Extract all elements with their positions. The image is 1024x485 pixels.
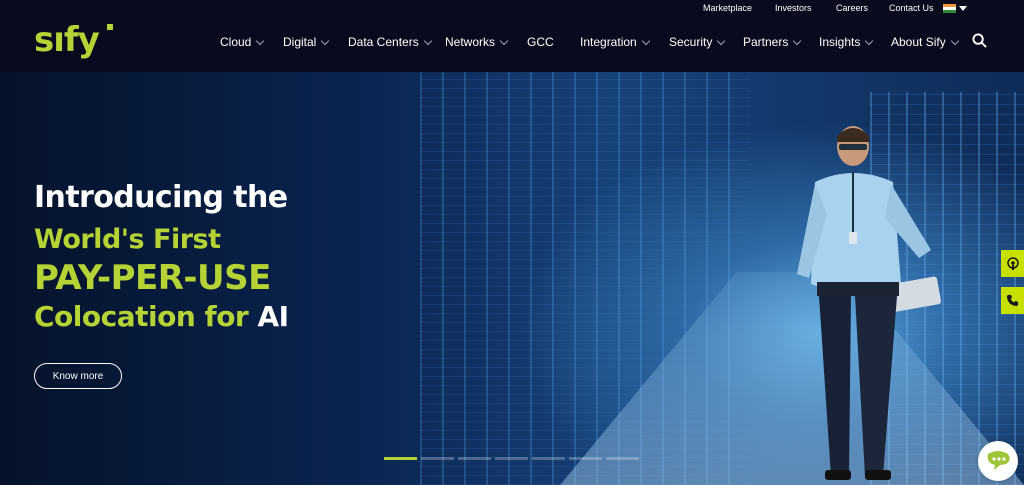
know-more-button[interactable]: Know more [34, 363, 122, 389]
nav-label: Data Centers [348, 35, 419, 49]
hero-headline-colocation: Colocation for AI [34, 300, 289, 333]
nav-item-networks[interactable]: Networks [445, 35, 509, 49]
podcast-button[interactable] [1001, 250, 1024, 277]
nav-item-data-centers[interactable]: Data Centers [348, 35, 432, 49]
phone-icon [1006, 294, 1019, 307]
engineer-with-laptop-image [797, 126, 941, 480]
chevron-down-icon [256, 36, 265, 45]
nav-item-partners[interactable]: Partners [743, 35, 802, 49]
nav-label: Digital [283, 35, 317, 49]
site-header: sıfy Marketplace Investors Careers Conta… [0, 0, 1024, 72]
nav-label: Networks [445, 35, 496, 49]
chat-widget-button[interactable] [978, 441, 1018, 481]
hero-headline-intro: Introducing the [34, 180, 288, 215]
nav-item-integration[interactable]: Integration [580, 35, 650, 49]
chevron-down-icon [717, 36, 726, 45]
chevron-down-icon [423, 36, 432, 45]
nav-item-insights[interactable]: Insights [819, 35, 874, 49]
nav-label: Security [669, 35, 713, 49]
chevron-down-icon [321, 36, 330, 45]
call-button[interactable] [1001, 287, 1024, 314]
carousel-dot[interactable] [569, 457, 602, 460]
carousel-dot[interactable] [606, 457, 639, 460]
carousel-dot[interactable] [421, 457, 454, 460]
hero-banner: Introducing the World's First PAY-PER-US… [0, 72, 1024, 485]
chevron-down-icon[interactable] [959, 6, 967, 11]
utility-link-contact-us[interactable]: Contact Us [889, 3, 934, 13]
hero-headline-ai: AI [257, 300, 290, 333]
carousel-dot[interactable] [384, 457, 417, 460]
nav-item-cloud[interactable]: Cloud [220, 35, 265, 49]
flag-india-icon[interactable] [943, 4, 956, 13]
hero-headline-worlds-first: World's First [34, 224, 221, 255]
search-icon[interactable] [972, 33, 987, 48]
carousel-dot[interactable] [458, 457, 491, 460]
utility-link-careers[interactable]: Careers [836, 3, 868, 13]
carousel-indicators [384, 457, 639, 460]
nav-label: About Sify [891, 35, 946, 49]
hero-headline-colocation-text: Colocation for [34, 300, 258, 333]
chat-icon [987, 451, 1010, 470]
nav-item-security[interactable]: Security [669, 35, 726, 49]
nav-label: GCC [527, 35, 554, 49]
utility-link-investors[interactable]: Investors [775, 3, 812, 13]
nav-label: Partners [743, 35, 789, 49]
nav-label: Insights [819, 35, 861, 49]
sify-logo[interactable]: sıfy [34, 20, 100, 60]
hero-headline-pay-per-use: PAY-PER-USE [34, 258, 271, 298]
nav-item-digital[interactable]: Digital [283, 35, 330, 49]
podcast-icon [1006, 256, 1019, 270]
utility-link-marketplace[interactable]: Marketplace [703, 3, 752, 13]
carousel-dot[interactable] [495, 457, 528, 460]
chevron-down-icon [865, 36, 874, 45]
chevron-down-icon [641, 36, 650, 45]
nav-item-gcc[interactable]: GCC [527, 35, 554, 49]
carousel-dot[interactable] [532, 457, 565, 460]
chevron-down-icon [793, 36, 802, 45]
nav-label: Cloud [220, 35, 252, 49]
chevron-down-icon [499, 36, 509, 45]
chevron-down-icon [950, 36, 959, 45]
nav-label: Integration [580, 35, 637, 49]
logo-accent-dot [107, 24, 113, 30]
nav-item-about-sify[interactable]: About Sify [891, 35, 959, 49]
